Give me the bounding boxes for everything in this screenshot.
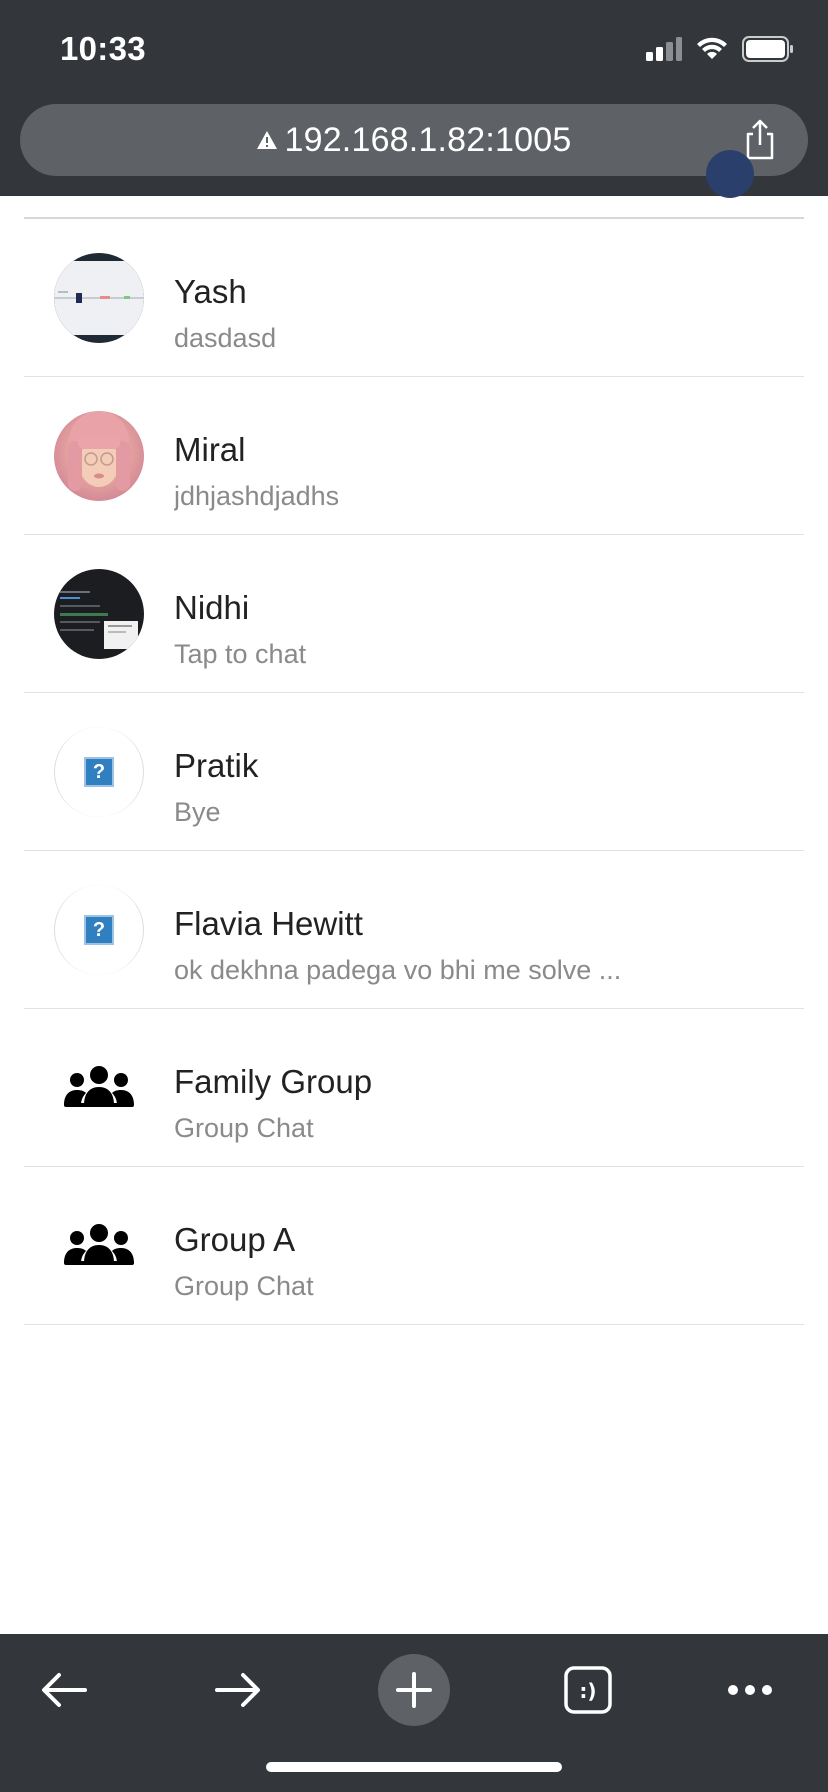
chat-item-family-group[interactable]: Family Group Group Chat (24, 1009, 804, 1167)
chat-name: Family Group (174, 1063, 373, 1100)
chat-last-message: Bye (174, 797, 221, 827)
chat-name: Miral (174, 431, 246, 468)
chat-last-message: jdhjashdjadhs (174, 481, 340, 511)
chat-last-message: Tap to chat (174, 639, 307, 669)
chat-last-message: Group Chat (174, 1113, 314, 1143)
status-icons (646, 36, 794, 62)
chat-last-message: ok dekhna padega vo bhi me solve ... (174, 955, 622, 985)
chat-last-message: dasdasd (174, 323, 277, 353)
chat-name: Group A (174, 1221, 296, 1258)
group-icon (54, 1201, 144, 1291)
avatar (54, 411, 144, 501)
group-icon (54, 1043, 144, 1133)
chat-name: Pratik (174, 747, 259, 784)
arrow-left-icon (42, 1673, 87, 1707)
url-text: 192.168.1.82:1005 (284, 120, 572, 159)
back-button[interactable] (28, 1654, 100, 1726)
avatar (54, 253, 144, 343)
broken-image-icon: ? (54, 885, 144, 975)
more-dots-icon (728, 1685, 772, 1695)
more-menu-button[interactable] (714, 1654, 786, 1726)
tabs-label: :) (579, 1679, 596, 1703)
chat-item-flavia-hewitt[interactable]: ? Flavia Hewitt ok dekhna padega vo bhi … (24, 851, 804, 1009)
chat-name: Flavia Hewitt (174, 905, 363, 942)
signal-icon (646, 37, 682, 61)
tabs-icon: :) (564, 1666, 612, 1714)
chat-item-yash[interactable]: Yash dasdasd (24, 219, 804, 377)
chat-item-pratik[interactable]: ? Pratik Bye (24, 693, 804, 851)
chat-last-message: Group Chat (174, 1271, 314, 1301)
chat-list: Yash dasdasd Miral jdhjashdjadhs Nidhi T… (24, 219, 804, 1325)
chat-item-group-a[interactable]: Group A Group Chat (24, 1167, 804, 1325)
chat-name: Yash (174, 273, 247, 310)
status-time: 10:33 (60, 30, 146, 67)
wifi-icon (697, 37, 727, 59)
tabs-button[interactable]: :) (552, 1654, 624, 1726)
address-bar[interactable]: 192.168.1.82:1005 (20, 104, 808, 176)
forward-button[interactable] (202, 1654, 274, 1726)
chat-item-miral[interactable]: Miral jdhjashdjadhs (24, 377, 804, 535)
header-avatar-partial (706, 150, 754, 198)
plus-icon (396, 1672, 432, 1708)
home-indicator (266, 1762, 562, 1772)
warning-icon (257, 131, 278, 149)
avatar (54, 569, 144, 659)
new-tab-button[interactable] (378, 1654, 450, 1726)
browser-top-bar: 10:33 192.168.1.82:1005 (0, 0, 828, 196)
arrow-right-icon (215, 1673, 260, 1707)
chat-name: Nidhi (174, 589, 250, 626)
chat-item-nidhi[interactable]: Nidhi Tap to chat (24, 535, 804, 693)
battery-icon (742, 36, 793, 62)
broken-image-icon: ? (54, 727, 144, 817)
